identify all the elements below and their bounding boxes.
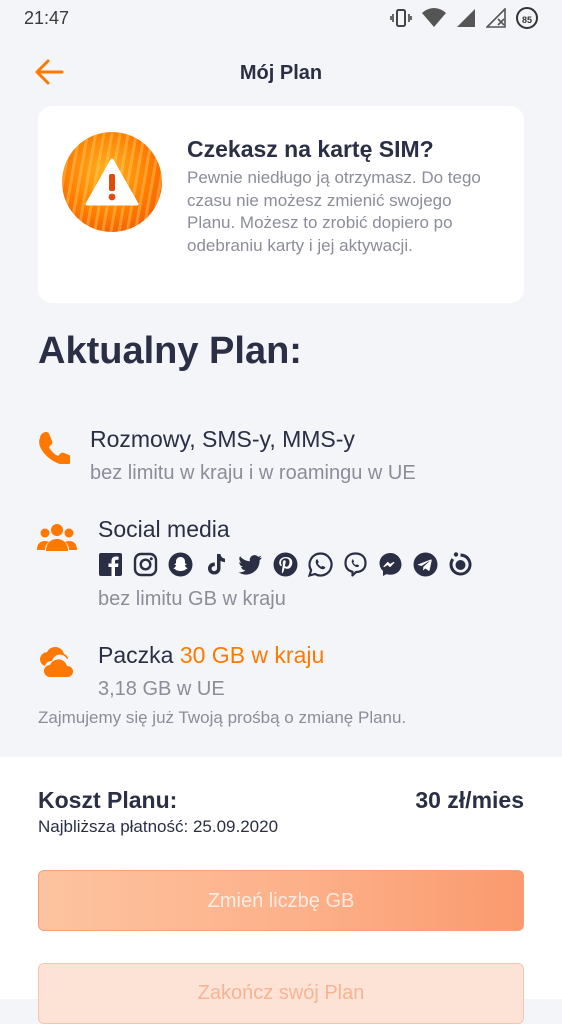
signal-icon <box>456 8 476 28</box>
social-title: Social media <box>98 516 230 542</box>
no-signal-icon <box>486 8 506 28</box>
whatsapp-icon <box>308 552 333 577</box>
users-icon <box>37 522 77 557</box>
plan-cost-panel: Koszt Planu: 30 zł/mies Najbliższa płatn… <box>0 757 562 1024</box>
status-icons: 85 <box>390 7 538 29</box>
data-package-amount: 30 GB w kraju <box>179 642 325 668</box>
calls-subtitle: bez limitu w kraju i w roamingu w UE <box>90 462 416 484</box>
cloud-icon <box>37 646 79 683</box>
cost-value: 30 zł/mies <box>415 787 524 813</box>
snapchat-icon <box>168 552 193 577</box>
data-package-title-prefix: Paczka <box>98 642 180 668</box>
page-title: Mój Plan <box>239 62 323 84</box>
pending-change-note: Zajmujemy się już Twoją prośbą o zmianę … <box>38 708 407 727</box>
vibrate-icon <box>390 8 412 28</box>
wifi-icon <box>422 8 446 28</box>
other-app-icon <box>448 552 473 577</box>
phone-icon <box>38 430 72 469</box>
next-payment-date: Najbliższa płatność: 25.09.2020 <box>38 817 279 836</box>
instagram-icon <box>133 552 158 577</box>
status-time: 21:47 <box>24 8 70 28</box>
tiktok-icon <box>203 552 228 577</box>
plan-item-calls: Rozmowy, SMS-y, MMS-y bez limitu w kraju… <box>0 420 562 490</box>
sim-notice-title: Czekasz na kartę SIM? <box>187 136 434 162</box>
pinterest-icon <box>273 552 298 577</box>
current-plan-heading: Aktualny Plan: <box>38 330 302 372</box>
messenger-icon <box>378 552 403 577</box>
data-package-title: Paczka 30 GB w kraju <box>98 642 324 669</box>
plan-item-data-package: Paczka 30 GB w kraju 3,18 GB w UE <box>0 636 562 706</box>
sim-notice-description: Pewnie niedługo ją otrzymasz. Do tego cz… <box>187 168 481 255</box>
twitter-icon <box>238 552 263 577</box>
facebook-icon <box>98 552 123 577</box>
data-package-subtitle: 3,18 GB w UE <box>98 678 225 700</box>
end-plan-button[interactable]: Zakończ swój Plan <box>38 963 524 1024</box>
viber-icon <box>343 552 368 577</box>
status-bar: 21:47 85 <box>0 0 562 38</box>
sim-notice-card: Czekasz na kartę SIM? Pewnie niedługo ją… <box>38 106 524 303</box>
telegram-icon <box>413 552 438 577</box>
battery-indicator: 85 <box>516 7 538 29</box>
social-subtitle: bez limitu GB w kraju <box>98 588 286 610</box>
calls-title: Rozmowy, SMS-y, MMS-y <box>90 426 355 452</box>
social-icons-row <box>98 552 473 577</box>
warning-icon <box>62 132 162 232</box>
cost-label: Koszt Planu: <box>38 787 178 813</box>
app-header: Mój Plan <box>0 46 562 100</box>
change-gb-button[interactable]: Zmień liczbę GB <box>38 870 524 931</box>
